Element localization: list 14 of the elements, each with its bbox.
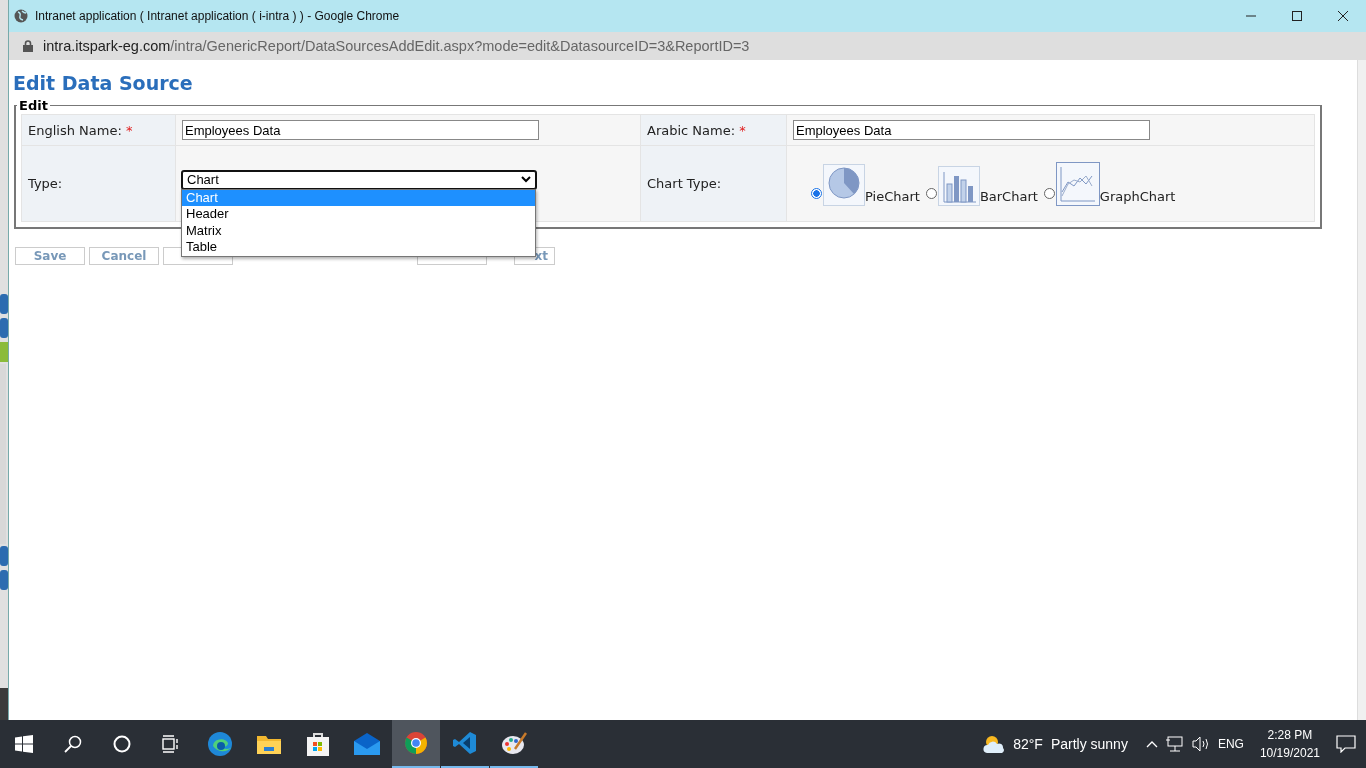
radio-label: BarChart: [979, 188, 1038, 204]
field-label: English Name:: [28, 122, 122, 138]
panel-legend: Edit: [17, 98, 50, 113]
window-title: Intranet application ( Intranet application ( i-intra ) ) - Google Chrome: [35, 9, 401, 23]
required-mark: *: [739, 122, 746, 138]
temperature-text: 82°F: [1013, 736, 1043, 752]
field-label: Type:: [28, 176, 63, 191]
radio-label: GraphChart: [1099, 188, 1176, 204]
page-heading: Edit Data Source: [13, 72, 194, 94]
field-label: Arabic Name:: [647, 122, 736, 138]
required-mark: *: [125, 122, 133, 138]
weather-text: Partly sunny: [1050, 736, 1128, 752]
field-label: Chart Type:: [647, 176, 722, 191]
radio-label: PieChart: [865, 188, 920, 204]
